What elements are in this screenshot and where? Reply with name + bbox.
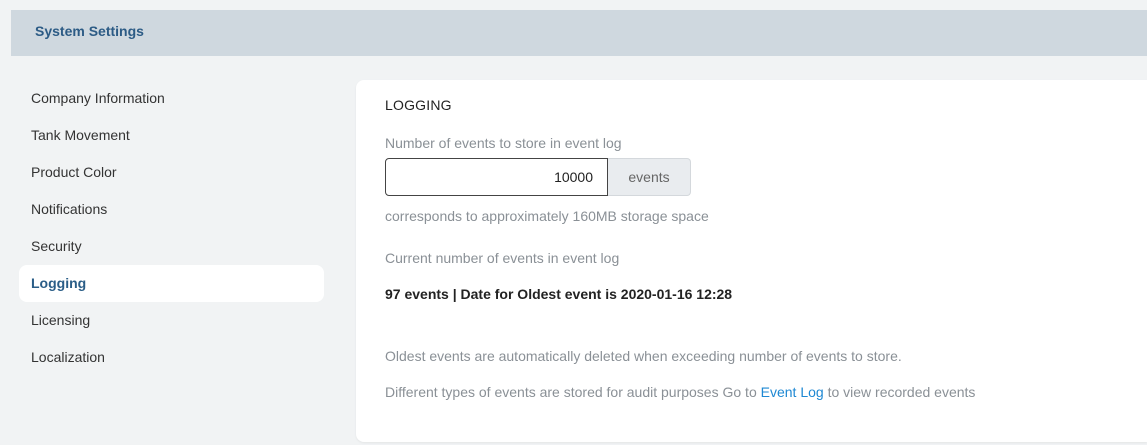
sidebar-item-security[interactable]: Security xyxy=(19,228,324,265)
current-events-value: 97 events | Date for Oldest event is 202… xyxy=(385,286,733,302)
section-heading: LOGGING xyxy=(385,97,452,113)
events-to-store-label: Number of events to store in event log xyxy=(385,135,622,151)
audit-note-suffix: to view recorded events xyxy=(823,384,976,400)
sidebar-item-company-information[interactable]: Company Information xyxy=(19,80,324,117)
sidebar-item-tank-movement[interactable]: Tank Movement xyxy=(19,117,324,154)
auto-delete-note: Oldest events are automatically deleted … xyxy=(385,348,902,364)
events-to-store-input[interactable] xyxy=(391,168,607,186)
events-unit-addon: events xyxy=(608,158,691,196)
sidebar-item-licensing[interactable]: Licensing xyxy=(19,302,324,339)
sidebar-item-localization[interactable]: Localization xyxy=(19,339,324,376)
audit-note: Different types of events are stored for… xyxy=(385,384,975,400)
storage-hint: corresponds to approximately 160MB stora… xyxy=(385,208,709,224)
events-to-store-field[interactable] xyxy=(385,158,608,196)
sidebar-item-product-color[interactable]: Product Color xyxy=(19,154,324,191)
sidebar-item-logging[interactable]: Logging xyxy=(19,265,324,302)
audit-note-prefix: Different types of events are stored for… xyxy=(385,384,761,400)
sidebar: Company Information Tank Movement Produc… xyxy=(19,80,324,376)
events-to-store-group: events xyxy=(385,158,691,196)
top-bar: System Settings xyxy=(11,10,1147,56)
event-log-link[interactable]: Event Log xyxy=(761,384,824,400)
sidebar-item-notifications[interactable]: Notifications xyxy=(19,191,324,228)
page-title: System Settings xyxy=(35,23,144,39)
current-events-label: Current number of events in event log xyxy=(385,250,620,266)
logging-panel: LOGGING Number of events to store in eve… xyxy=(356,80,1147,442)
